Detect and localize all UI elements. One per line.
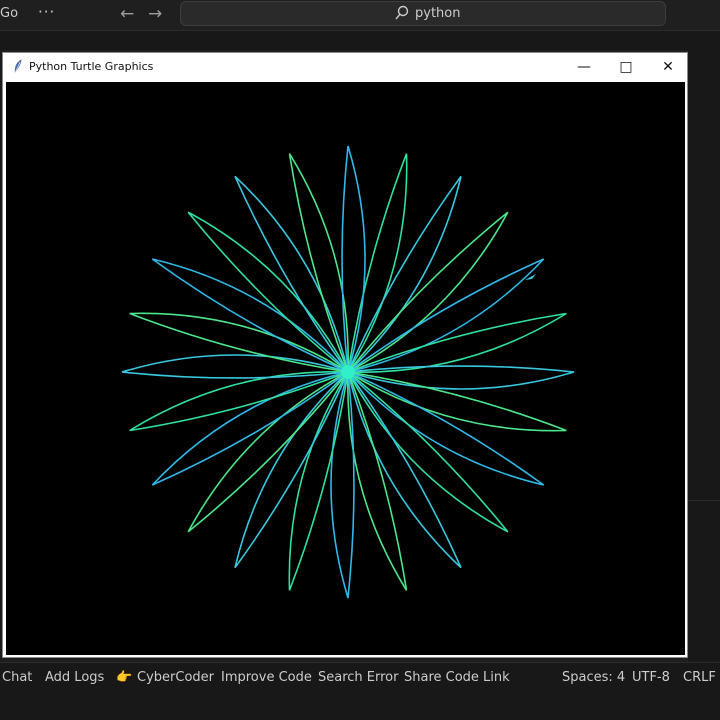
status-bar: Chat Add Logs 👉 CyberCoder Improve Code … <box>0 662 720 692</box>
back-arrow-icon[interactable]: ← <box>120 4 134 24</box>
spirograph-flower <box>121 145 575 599</box>
status-encoding[interactable]: UTF-8 <box>632 670 670 685</box>
status-search-error[interactable]: Search Error <box>318 670 398 685</box>
turtle-window: Python Turtle Graphics — □ ✕ <box>2 52 688 658</box>
more-menu-icon[interactable]: ··· <box>38 3 55 21</box>
status-line-ending[interactable]: CRLF <box>683 670 716 685</box>
minimize-button[interactable]: — <box>563 53 605 81</box>
turtle-window-title: Python Turtle Graphics <box>29 60 154 73</box>
title-bar: Go ··· ← → python <box>0 0 720 30</box>
status-improve-code[interactable]: Improve Code <box>221 670 312 685</box>
turtle-window-titlebar[interactable]: Python Turtle Graphics — □ ✕ <box>3 53 687 81</box>
turtle-canvas[interactable] <box>6 82 685 655</box>
feather-icon <box>14 59 22 74</box>
right-panel <box>688 50 720 662</box>
flower-center <box>341 365 355 379</box>
panel-divider <box>688 500 720 501</box>
maximize-button[interactable]: □ <box>605 53 647 81</box>
close-button[interactable]: ✕ <box>647 53 689 81</box>
status-chat[interactable]: Chat <box>2 670 32 685</box>
search-query: python <box>415 6 461 21</box>
bottom-area <box>0 692 720 720</box>
status-add-logs[interactable]: Add Logs <box>45 670 104 685</box>
screen: Go ··· ← → python Python Turtle Graphics… <box>0 0 720 720</box>
command-center-search[interactable]: python <box>180 1 666 26</box>
status-share-code-link[interactable]: Share Code Link <box>404 670 510 685</box>
forward-arrow-icon[interactable]: → <box>148 4 162 24</box>
search-icon <box>395 5 409 20</box>
status-spaces[interactable]: Spaces: 4 <box>562 670 625 685</box>
editor-tab-strip <box>0 30 720 50</box>
menu-go[interactable]: Go <box>0 6 18 21</box>
pointing-hand-icon: 👉 <box>116 670 133 685</box>
status-cybercoder[interactable]: CyberCoder <box>137 670 214 685</box>
